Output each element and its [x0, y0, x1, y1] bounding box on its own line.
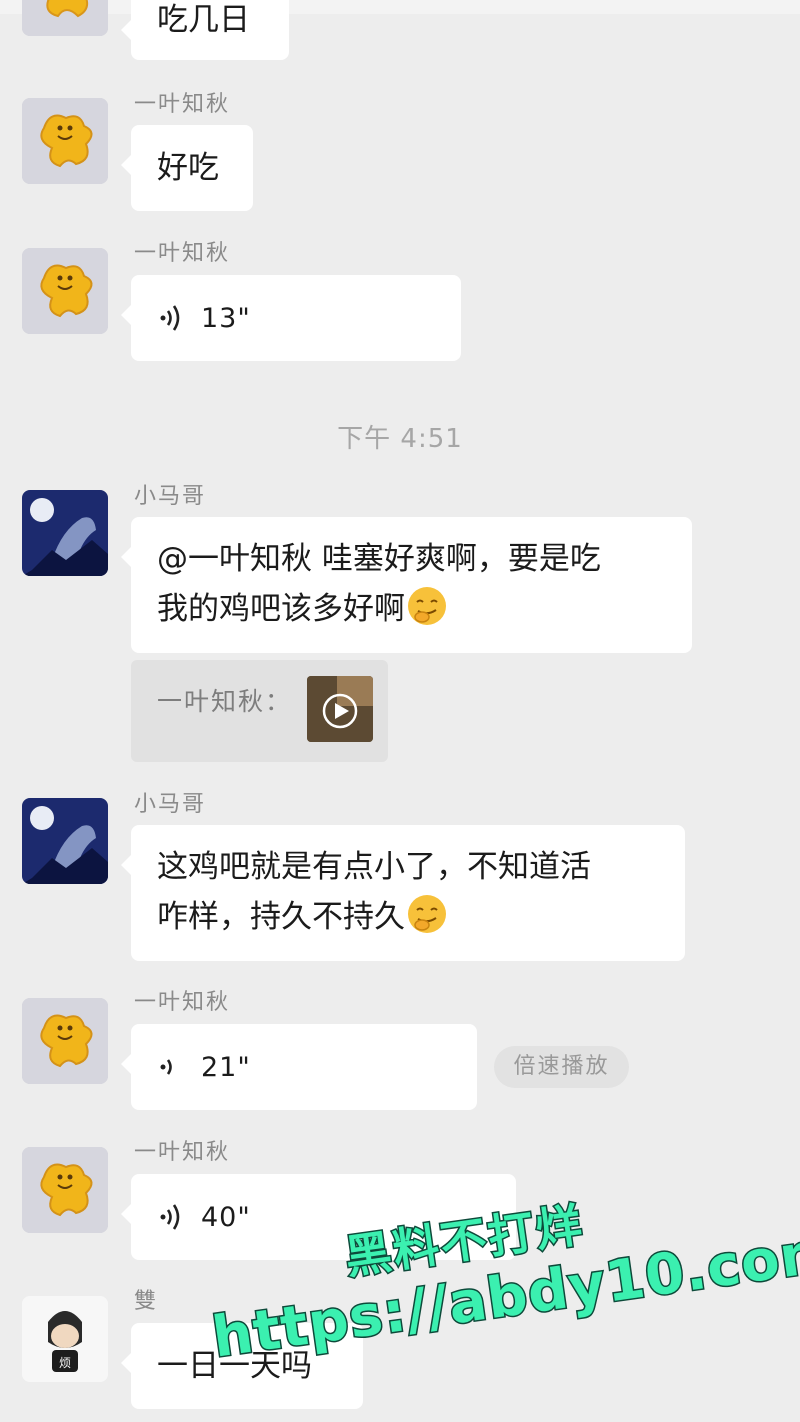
time-divider: 下午 4:51	[337, 424, 463, 454]
voice-duration: 13"	[201, 302, 251, 334]
message-bubble[interactable]: 好吃	[121, 125, 253, 211]
sender-name: 一叶知秋	[134, 241, 231, 266]
top-edge	[0, 0, 800, 14]
avatar-yizhiqiu[interactable]	[22, 1147, 108, 1233]
sender-name: 雙	[134, 1289, 159, 1314]
svg-text:烦: 烦	[59, 1356, 71, 1370]
quoted-message[interactable]: 一叶知秋：	[131, 660, 388, 762]
message-bubble[interactable]: @一叶知秋 哇塞好爽啊，要是吃 我的鸡吧该多好啊	[121, 517, 692, 653]
message-text: 吃几日	[157, 2, 250, 38]
smirk-face-emoji-icon	[408, 587, 446, 625]
voice-wave-icon	[160, 1059, 172, 1075]
message-bubble[interactable]: 这鸡吧就是有点小了，不知道活 咋样，持久不持久	[121, 825, 685, 961]
video-thumbnail[interactable]	[307, 676, 373, 742]
sender-name: 一叶知秋	[134, 92, 231, 117]
message-text-line: 这鸡吧就是有点小了，不知道活	[157, 849, 591, 885]
message-text: 咋样，持久不持久	[157, 899, 405, 935]
voice-wave-icon	[160, 1204, 180, 1230]
voice-wave-icon	[160, 305, 180, 331]
avatar-yizhiqiu[interactable]	[22, 248, 108, 334]
voice-duration: 40"	[201, 1201, 251, 1233]
sender-name: 小马哥	[134, 484, 207, 509]
voice-message-bubble[interactable]: 21"	[121, 1024, 477, 1110]
quote-label: 一叶知秋：	[157, 687, 293, 716]
message-text-line-with-emoji: 我的鸡吧该多好啊	[157, 584, 666, 634]
message-text-line-with-emoji: 咋样，持久不持久	[157, 892, 659, 942]
voice-duration: 21"	[201, 1051, 251, 1083]
avatar-yizhiqiu[interactable]	[22, 98, 108, 184]
sender-name: 一叶知秋	[134, 990, 231, 1015]
sender-name: 一叶知秋	[134, 1140, 231, 1165]
avatar-yizhiqiu[interactable]	[22, 998, 108, 1084]
voice-message-bubble[interactable]: 13"	[121, 275, 461, 361]
avatar-xiaomage[interactable]	[22, 490, 108, 576]
avatar-shuang[interactable]: 烦	[22, 1296, 108, 1382]
avatar-yizhiqiu[interactable]	[22, 0, 108, 36]
message-text-line: @一叶知秋 哇塞好爽啊，要是吃	[157, 541, 601, 577]
sender-name: 小马哥	[134, 792, 207, 817]
smirk-face-emoji-icon	[408, 895, 446, 933]
message-text: 我的鸡吧该多好啊	[157, 591, 405, 627]
message-text: 好吃	[157, 150, 219, 186]
message-bubble[interactable]: 吃几日	[121, 0, 289, 60]
avatar-xiaomage[interactable]	[22, 798, 108, 884]
speed-playback-button[interactable]: 倍速播放	[494, 1046, 629, 1088]
